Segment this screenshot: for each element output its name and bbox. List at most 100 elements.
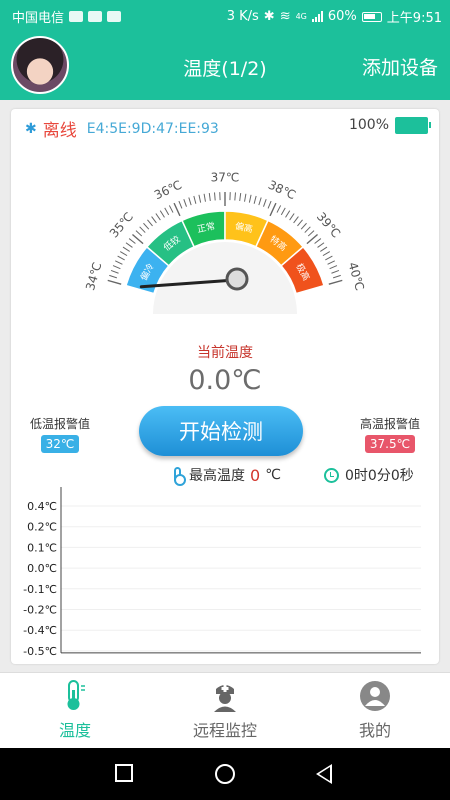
chart-y-tick-label: 0.1℃ <box>27 541 57 554</box>
chart-y-tick-label: -0.2℃ <box>23 604 57 617</box>
gauge-tick <box>297 219 303 227</box>
max-temp-row: 最高温度 0 ℃ <box>174 465 281 486</box>
gauge-tick <box>322 251 331 257</box>
gauge-tick <box>151 216 157 224</box>
max-temp-unit: ℃ <box>265 467 281 483</box>
gauge-tick <box>188 197 192 206</box>
gauge-tick <box>332 274 341 279</box>
timer-row: 0时0分0秒 <box>324 465 414 485</box>
gauge-tick <box>327 260 335 265</box>
bottom-nav: 温度 远程监控 我的 <box>0 672 450 748</box>
connection-status: 离线 <box>42 121 77 141</box>
gauge-tick <box>289 213 295 221</box>
network-type: 4G <box>295 12 307 21</box>
gauge-tick <box>128 238 136 244</box>
bluetooth-status-icon: ✱ <box>263 9 275 24</box>
chart-axis <box>60 487 421 654</box>
gauge-tick <box>173 202 181 217</box>
chart-y-tick-label: -0.1℃ <box>23 583 57 596</box>
gauge-tick <box>115 260 123 265</box>
temperature-chart: 0.4℃ 0.2℃ 0.1℃ 0.0℃ -0.1℃ -0.2℃ -0.4℃ -0.5℃ <box>23 487 421 658</box>
device-battery-icon <box>395 117 431 134</box>
temperature-gauge: 偏冷低较正常 偏高特高极高 34℃35℃36℃37℃38℃39℃40℃ <box>83 171 367 314</box>
gauge-tick-label: 38℃ <box>266 178 298 203</box>
clock-icon <box>324 467 339 483</box>
nurse-icon <box>214 685 236 712</box>
device-mac: E4:5E:9D:47:EE:93 <box>86 120 219 137</box>
recents-button[interactable] <box>115 764 133 782</box>
gauge-tick <box>119 251 128 257</box>
system-nav-bar <box>0 748 450 800</box>
gauge-tick <box>147 219 153 227</box>
chart-y-tick-label: -0.5℃ <box>23 645 57 658</box>
low-alarm-value[interactable]: 32℃ <box>40 435 80 453</box>
back-button[interactable] <box>316 764 332 784</box>
start-detection-button[interactable]: 开始检测 <box>139 406 303 456</box>
gauge-tick <box>168 205 174 213</box>
high-alarm[interactable]: 高温报警值 37.5℃ <box>349 415 431 453</box>
temperature-card: ✱ 离线 E4:5E:9D:47:EE:93 100% 偏冷 低较 正常 偏高 特高 极高… <box>11 109 439 664</box>
gauge-knob <box>225 267 249 291</box>
low-alarm[interactable]: 低温报警值 32℃ <box>20 415 100 453</box>
gauge-tick <box>329 265 338 270</box>
gauge-tick <box>304 226 311 233</box>
gauge-tick-label: 39℃ <box>314 210 343 241</box>
notification-icon <box>69 11 84 22</box>
add-device-button[interactable]: 添加设备 <box>362 53 438 80</box>
gauge-tick <box>331 269 340 274</box>
thermometer-icon <box>174 467 186 486</box>
nav-item-temperature[interactable]: 温度 <box>0 679 150 741</box>
gauge-tick <box>300 222 307 230</box>
chart-grid <box>61 505 421 652</box>
gauge-tick <box>164 207 170 216</box>
gauge-tick <box>155 213 161 221</box>
chart-y-tick-label: 0.0℃ <box>27 562 57 575</box>
cloud-icon <box>107 11 122 22</box>
chart-y-tick-label: -0.4℃ <box>23 624 57 637</box>
gauge-tick-label: 34℃ <box>83 261 104 292</box>
device-status-row: ✱ 离线 E4:5E:9D:47:EE:93 <box>25 116 219 142</box>
battery-percent: 60% <box>327 9 357 24</box>
gauge-tick <box>276 205 282 213</box>
gauge-tick <box>317 242 325 248</box>
gauge-tick <box>198 194 202 203</box>
nav-item-remote-monitor[interactable]: 远程监控 <box>150 679 300 741</box>
max-temp-value: 0 <box>250 465 261 485</box>
gauge-tick <box>203 193 206 202</box>
bluetooth-icon: ✱ <box>25 120 37 137</box>
gauge-tick <box>139 226 146 233</box>
thermometer-nav-icon <box>67 680 85 710</box>
low-alarm-label: 低温报警值 <box>29 417 90 431</box>
gauge-tick <box>117 255 125 261</box>
home-button[interactable] <box>215 764 235 784</box>
high-alarm-label: 高温报警值 <box>359 417 420 431</box>
gauge-tick-label: 35℃ <box>107 210 136 241</box>
gauge-tick <box>239 192 242 202</box>
chart-y-tick-label: 0.4℃ <box>27 500 57 513</box>
user-icon <box>360 681 390 711</box>
carrier-text: 中国电信 <box>12 11 65 26</box>
nav-label-temperature: 温度 <box>58 721 91 740</box>
battery-icon <box>361 11 382 22</box>
gauge-tick <box>193 195 197 204</box>
max-temp-label: 最高温度 <box>189 468 245 484</box>
gauge-tick <box>244 193 247 202</box>
gauge-tick <box>320 246 328 252</box>
gauge-tick <box>267 200 272 209</box>
nav-item-me[interactable]: 我的 <box>300 679 450 741</box>
gauge-tick <box>234 192 236 201</box>
gauge-tick <box>208 192 211 202</box>
network-speed: 3 K/s <box>226 9 259 24</box>
gauge-tick <box>307 230 315 237</box>
gauge-tick <box>122 246 130 252</box>
high-alarm-value[interactable]: 37.5℃ <box>364 435 416 453</box>
gauge-tick <box>143 222 150 230</box>
gauge-tick <box>269 202 277 217</box>
gauge-tick <box>159 210 165 218</box>
elapsed-time: 0时0分0秒 <box>345 468 414 484</box>
gauge-tick <box>178 200 183 209</box>
app-header: 温度(1/2) 添加设备 <box>0 30 450 100</box>
signal-icon <box>311 11 323 22</box>
gauge-tick <box>248 194 252 203</box>
gauge-tick-label: 40℃ <box>346 261 367 292</box>
